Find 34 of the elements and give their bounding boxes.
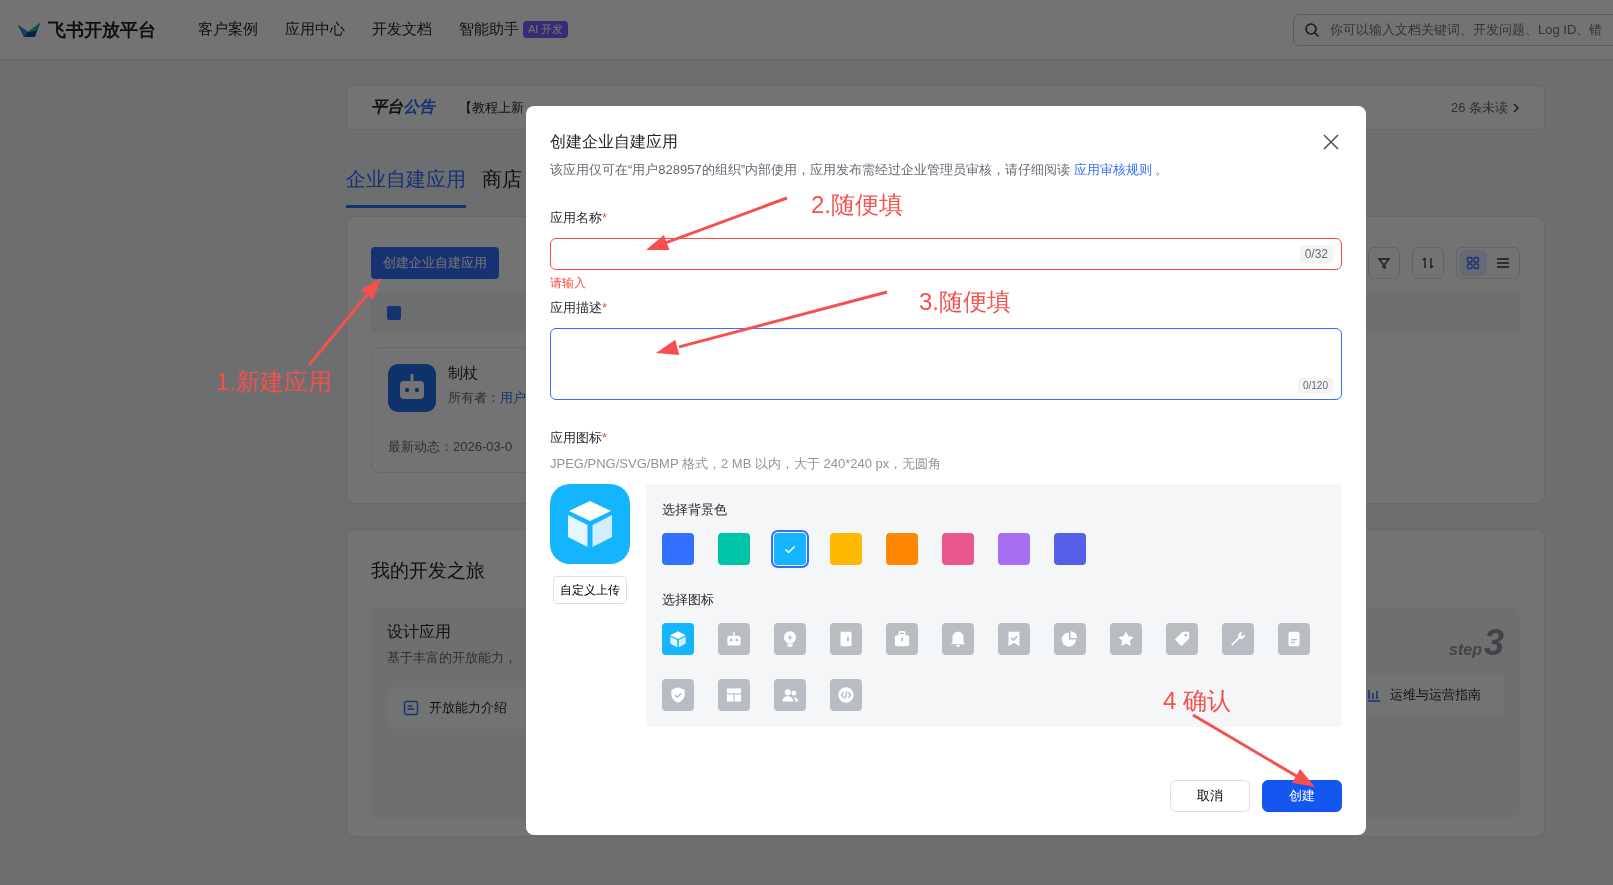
app-name-field[interactable]: 0/32 [550, 238, 1342, 270]
picker-title: 选择背景色 [662, 501, 727, 519]
annotation-label: 2.随便填 [811, 190, 903, 220]
unread-link[interactable]: 26 条未读 [1450, 98, 1508, 117]
app-owner: 所有者：用户 [448, 389, 526, 407]
field-label: 应用名称* [550, 209, 608, 227]
char-counter: 0/32 [1299, 245, 1333, 263]
create-app-button[interactable]: 创建企业自建应用 [371, 247, 499, 279]
error-message: 请输入 [550, 275, 586, 292]
picker-title: 选择图标 [662, 591, 714, 609]
cancel-button[interactable]: 取消 [1170, 780, 1250, 812]
annotation-label: 3.随便填 [919, 287, 1011, 317]
step-title: 设计应用 [387, 622, 452, 642]
nav-link[interactable]: 应用中心 [285, 20, 345, 39]
nav-link[interactable]: 开发文档 [372, 20, 432, 39]
tab[interactable]: 企业自建应用 [346, 162, 466, 208]
create-button[interactable]: 创建 [1262, 780, 1342, 812]
tab[interactable]: 商店 [482, 162, 522, 208]
dialog-description: 该应用仅可在“用户828957的组织”内部使用，应用发布需经过企业管理员审核，请仔细阅读 应用审核规则 。 [550, 161, 1170, 179]
logo-text[interactable]: 飞书开放平台 [48, 17, 156, 42]
app-description-field[interactable]: 0/120 [550, 328, 1342, 400]
announcement-logo: 平台公告 [371, 97, 435, 117]
nav-link[interactable]: 客户案例 [198, 20, 258, 39]
dialog-title: 创建企业自建应用 [550, 131, 678, 152]
upload-button[interactable]: 自定义上传 [553, 576, 627, 604]
field-label: 应用描述* [550, 299, 608, 317]
char-counter: 0/120 [1297, 378, 1333, 393]
field-label: 应用图标* [550, 429, 608, 447]
annotation-label: 1.新建应用 [216, 367, 332, 397]
app-name: 制杖 [448, 364, 479, 383]
annotation-label: 4 确认 [1163, 686, 1231, 716]
section-title: 我的开发之旅 [371, 559, 486, 583]
review-rules-link[interactable]: 应用审核规则 [1073, 162, 1152, 177]
announcement-text[interactable]: 【教程上新 [459, 98, 524, 117]
